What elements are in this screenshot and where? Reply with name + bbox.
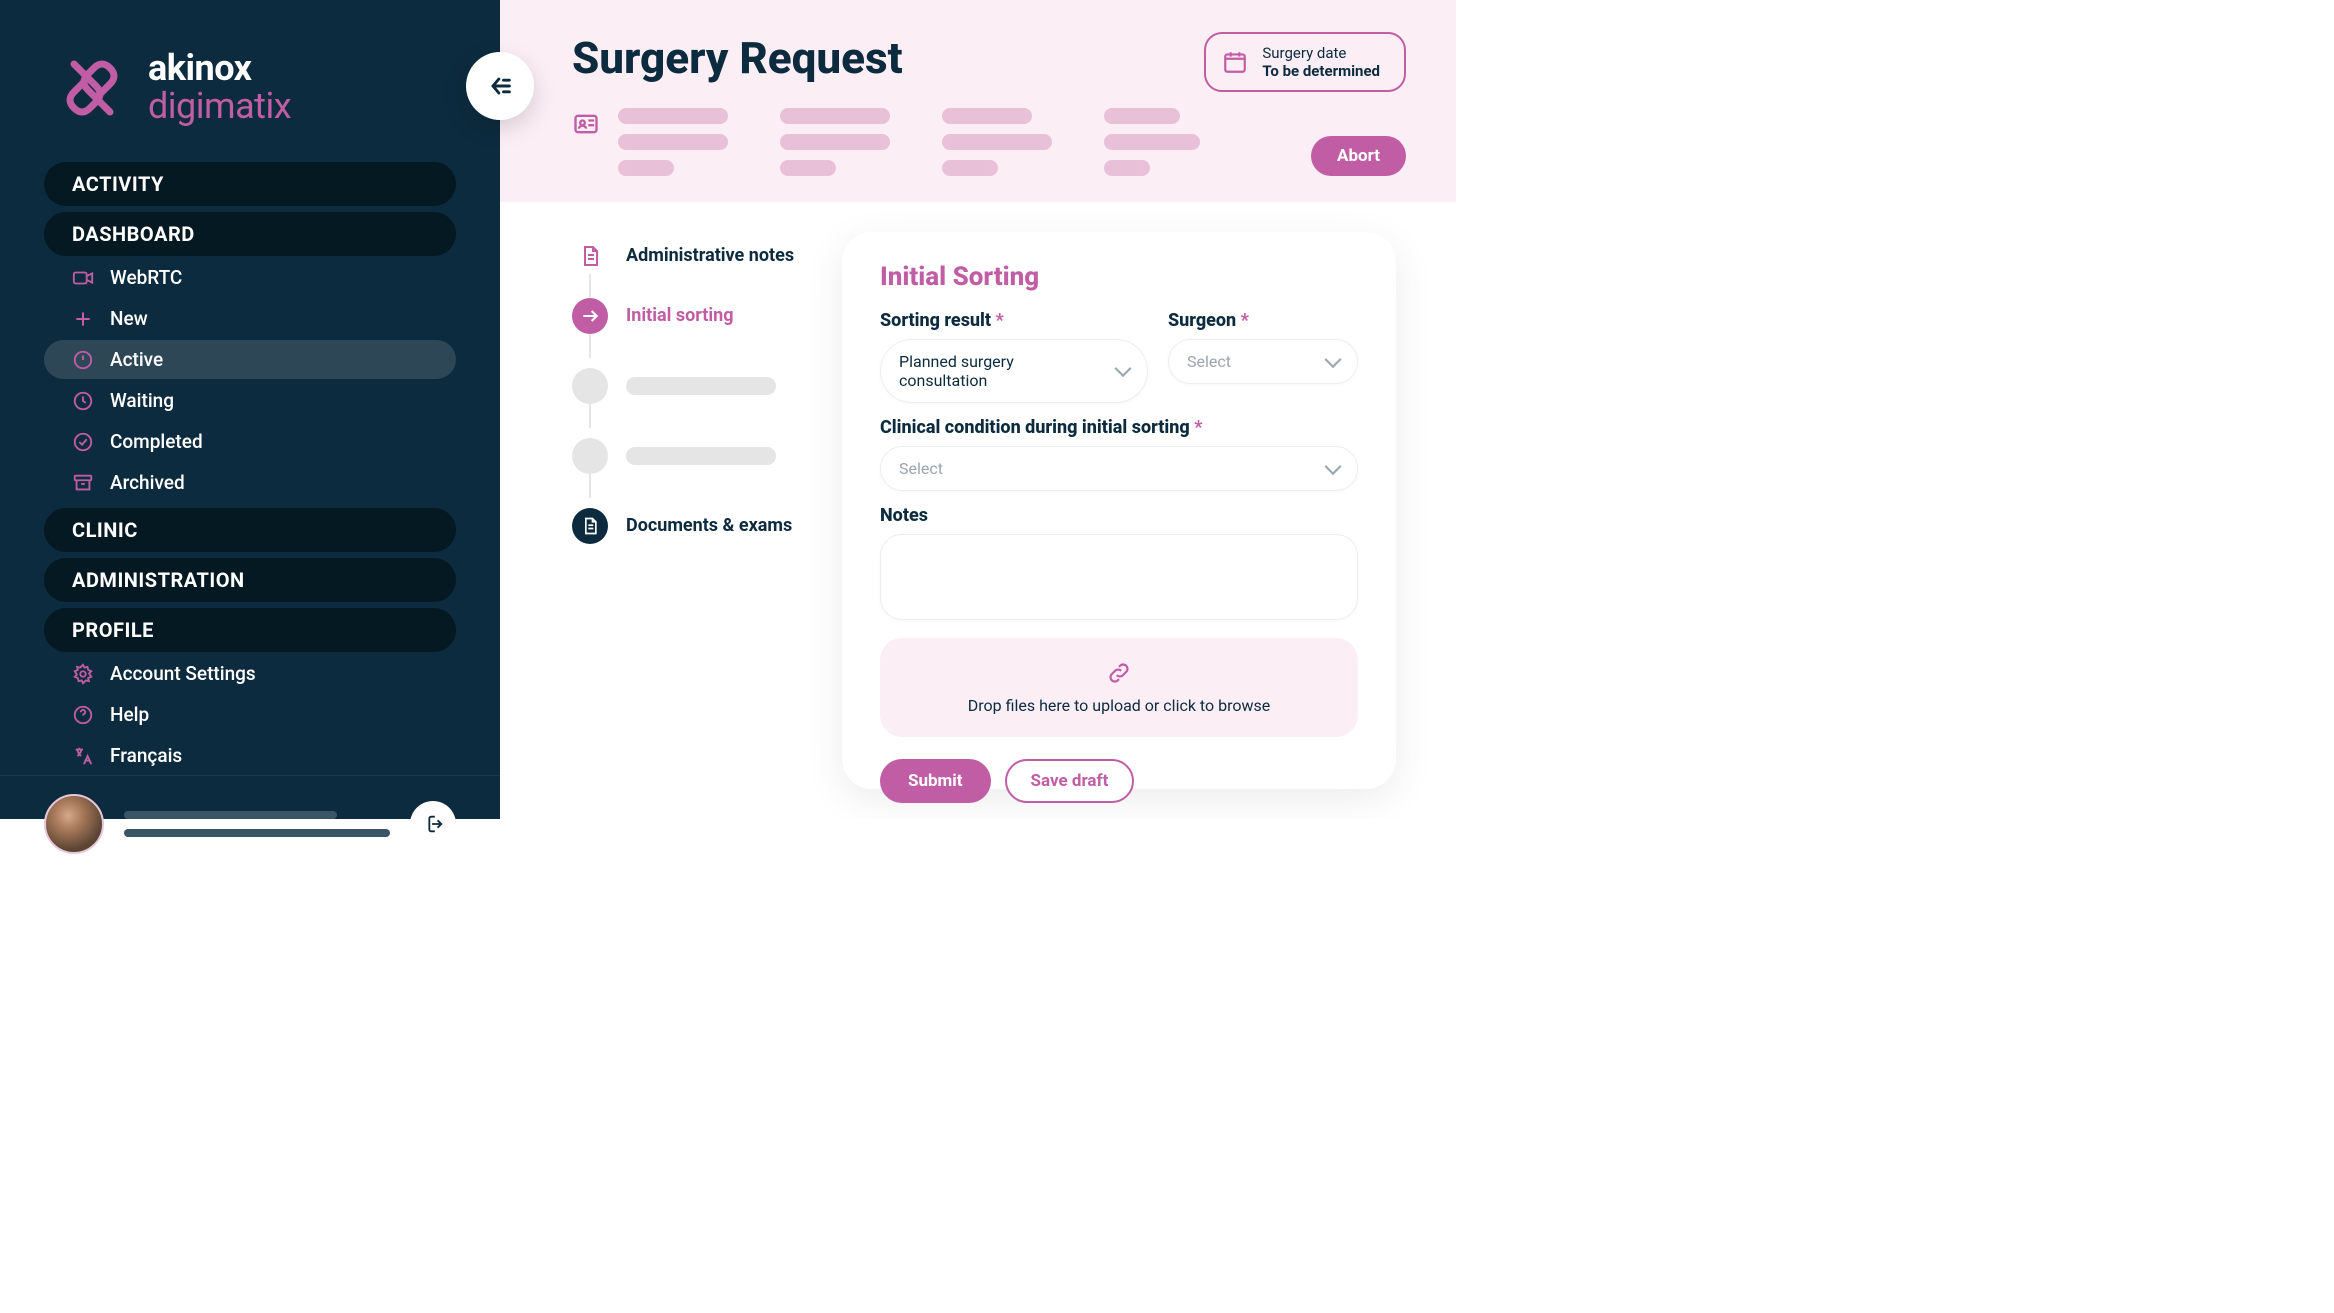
file-icon <box>580 516 600 536</box>
abort-button[interactable]: Abort <box>1311 136 1406 176</box>
step-label: Administrative notes <box>626 245 794 268</box>
document-icon <box>578 244 602 268</box>
gear-icon <box>72 663 94 685</box>
field-label: Sorting result * <box>880 310 1148 331</box>
logout-icon <box>422 813 444 835</box>
page-title: Surgery Request <box>572 32 903 84</box>
logout-button[interactable] <box>410 801 456 847</box>
surgery-date-value: To be determined <box>1262 62 1380 80</box>
field-surgeon: Surgeon * Select <box>1168 310 1358 403</box>
step-initial-sorting[interactable]: Initial sorting <box>572 298 802 334</box>
archive-icon <box>72 472 94 494</box>
sidebar-footer <box>0 775 500 888</box>
step-documents[interactable]: Documents & exams <box>572 508 802 544</box>
step-placeholder <box>572 438 802 474</box>
link-icon <box>1106 660 1132 686</box>
nav-label: Completed <box>110 430 203 453</box>
step-admin-notes[interactable]: Administrative notes <box>572 238 802 274</box>
calendar-icon <box>1222 49 1248 75</box>
brand-line1: akinox <box>148 50 291 88</box>
nav-item-completed[interactable]: Completed <box>44 422 456 461</box>
field-label: Clinical condition during initial sortin… <box>880 417 1358 438</box>
logo: akinox digimatix <box>0 0 500 156</box>
surgeon-select[interactable]: Select <box>1168 339 1358 384</box>
form-card: Initial Sorting Sorting result * Planned… <box>842 232 1396 789</box>
nav-label: Français <box>110 744 182 767</box>
user-info-placeholder <box>124 811 390 837</box>
clinical-condition-select[interactable]: Select <box>880 446 1358 491</box>
step-placeholder <box>572 368 802 404</box>
save-draft-button[interactable]: Save draft <box>1005 759 1135 803</box>
nav-label: Waiting <box>110 389 174 412</box>
brand-line2: digimatix <box>148 88 291 126</box>
nav-section-dashboard[interactable]: DASHBOARD <box>44 212 456 256</box>
logo-mark-icon <box>54 50 130 126</box>
sorting-result-select[interactable]: Planned surgery consultation <box>880 339 1148 403</box>
chevron-left-icon <box>486 72 514 100</box>
nav-item-new[interactable]: New <box>44 299 456 338</box>
user-avatar[interactable] <box>44 794 104 854</box>
nav-label: Archived <box>110 471 185 494</box>
help-circle-icon <box>72 704 94 726</box>
alert-circle-icon <box>72 349 94 371</box>
nav-section-profile[interactable]: PROFILE <box>44 608 456 652</box>
nav-item-webrtc[interactable]: WebRTC <box>44 258 456 297</box>
field-clinical-condition: Clinical condition during initial sortin… <box>880 417 1358 491</box>
nav-label: Help <box>110 703 149 726</box>
nav-label: WebRTC <box>110 266 182 289</box>
nav-section-administration[interactable]: ADMINISTRATION <box>44 558 456 602</box>
file-dropzone[interactable]: Drop files here to upload or click to br… <box>880 638 1358 737</box>
nav-label: Active <box>110 348 163 371</box>
surgery-date-label: Surgery date <box>1262 44 1380 62</box>
submit-button[interactable]: Submit <box>880 759 991 803</box>
nav-item-account-settings[interactable]: Account Settings <box>44 654 456 693</box>
nav-item-language[interactable]: Français <box>44 736 456 775</box>
id-card-icon <box>572 110 600 142</box>
arrow-right-icon <box>580 306 600 326</box>
step-label: Documents & exams <box>626 515 792 538</box>
patient-info-placeholder <box>618 108 1293 176</box>
clock-icon <box>72 390 94 412</box>
main-nav: ACTIVITY DASHBOARD WebRTC New Active Wai… <box>0 156 500 775</box>
check-circle-icon <box>72 431 94 453</box>
sidebar-collapse-button[interactable] <box>466 52 534 120</box>
nav-item-archived[interactable]: Archived <box>44 463 456 502</box>
video-icon <box>72 267 94 289</box>
surgery-date-badge: Surgery date To be determined <box>1204 32 1406 92</box>
nav-label: New <box>110 307 148 330</box>
nav-item-active[interactable]: Active <box>44 340 456 379</box>
nav-section-activity[interactable]: ACTIVITY <box>44 162 456 206</box>
field-label: Surgeon * <box>1168 310 1358 331</box>
field-label: Notes <box>880 505 1358 526</box>
card-title: Initial Sorting <box>880 262 1358 292</box>
nav-section-clinic[interactable]: CLINIC <box>44 508 456 552</box>
main-content: Surgery Request Surgery date To be deter… <box>500 0 1456 819</box>
field-notes: Notes <box>880 505 1358 620</box>
nav-item-help[interactable]: Help <box>44 695 456 734</box>
nav-item-waiting[interactable]: Waiting <box>44 381 456 420</box>
plus-icon <box>72 308 94 330</box>
step-list: Administrative notes Initial sorting <box>572 232 802 789</box>
nav-label: Account Settings <box>110 662 256 685</box>
dropzone-text: Drop files here to upload or click to br… <box>968 696 1270 715</box>
step-label: Initial sorting <box>626 305 734 328</box>
sidebar: akinox digimatix ACTIVITY DASHBOARD WebR… <box>0 0 500 819</box>
translate-icon <box>72 745 94 767</box>
page-header: Surgery Request Surgery date To be deter… <box>500 0 1456 202</box>
field-sorting-result: Sorting result * Planned surgery consult… <box>880 310 1148 403</box>
notes-textarea[interactable] <box>880 534 1358 620</box>
